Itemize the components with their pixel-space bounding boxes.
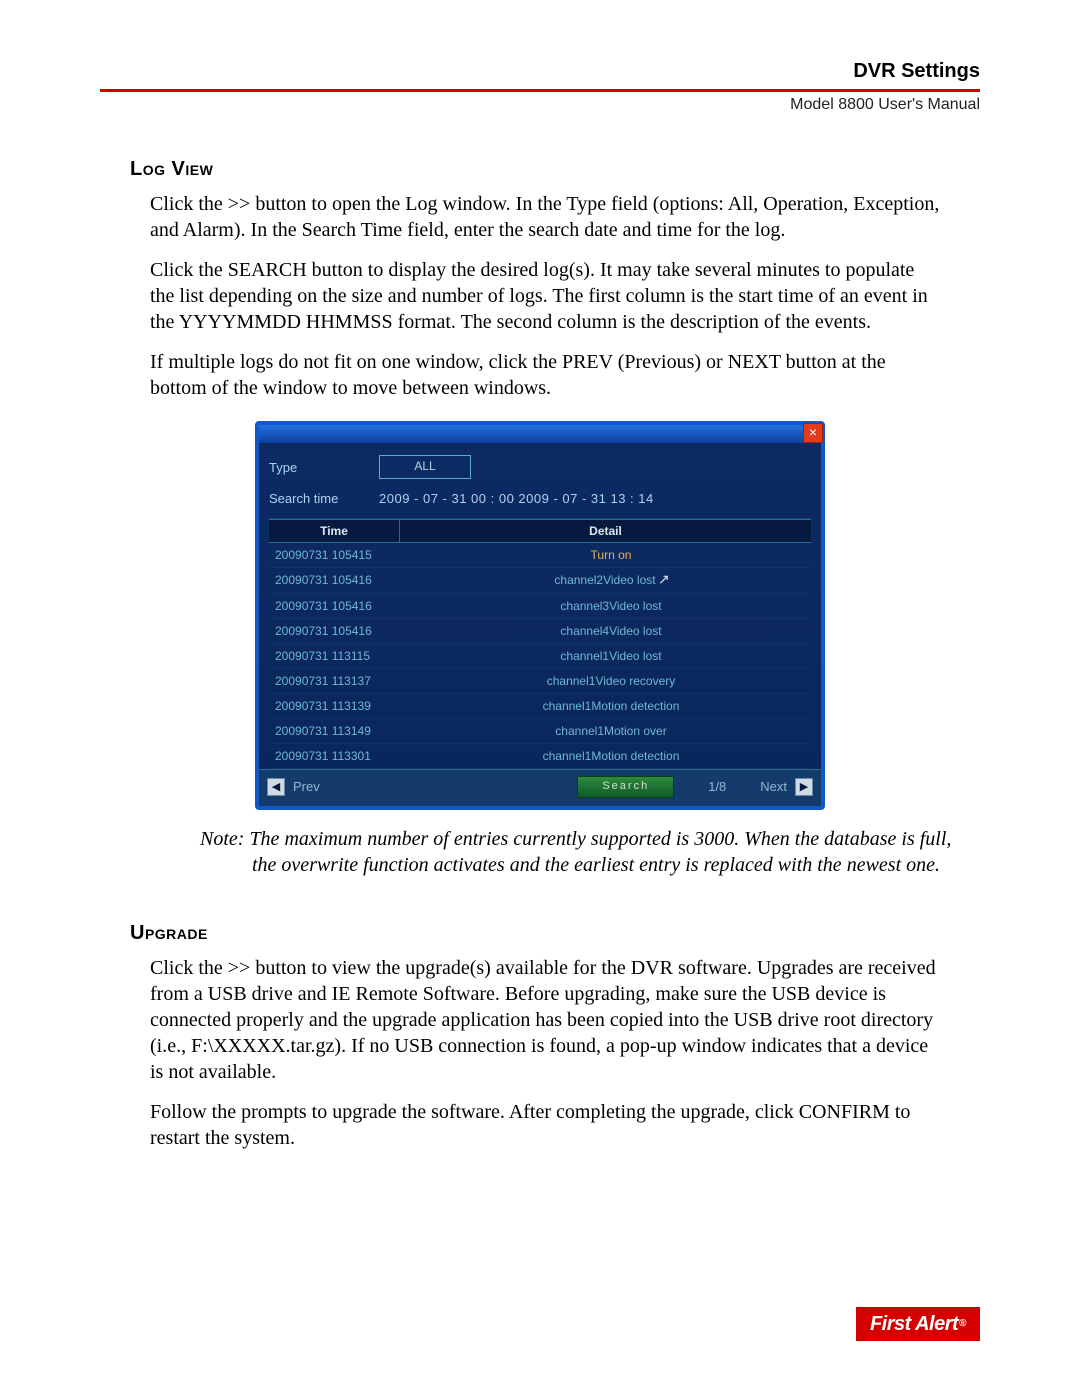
cell-detail: channel1Motion detection bbox=[411, 694, 811, 718]
first-alert-logo: First Alert® bbox=[856, 1307, 980, 1341]
log-view-para-3: If multiple logs do not fit on one windo… bbox=[150, 349, 940, 401]
log-view-para-2: Click the SEARCH button to display the d… bbox=[150, 257, 940, 335]
next-arrow-icon[interactable]: ▶ bbox=[795, 778, 813, 796]
table-row[interactable]: 20090731 105416channel4Video lost bbox=[269, 619, 811, 644]
cell-time: 20090731 105416 bbox=[269, 568, 411, 593]
table-row[interactable]: 20090731 113139channel1Motion detection bbox=[269, 694, 811, 719]
cell-detail: channel1Video recovery bbox=[411, 669, 811, 693]
search-time-label: Search time bbox=[269, 491, 379, 506]
cell-time: 20090731 113137 bbox=[269, 669, 411, 693]
table-row[interactable]: 20090731 113137channel1Video recovery bbox=[269, 669, 811, 694]
table-row[interactable]: 20090731 105416channel2Video lost bbox=[269, 568, 811, 594]
upgrade-heading: Upgrade bbox=[130, 922, 980, 945]
header-rule bbox=[100, 89, 980, 92]
cell-detail: channel4Video lost bbox=[411, 619, 811, 643]
cell-time: 20090731 113149 bbox=[269, 719, 411, 743]
cell-time: 20090731 105416 bbox=[269, 619, 411, 643]
upgrade-para-2: Follow the prompts to upgrade the softwa… bbox=[150, 1099, 940, 1151]
cell-detail: channel1Motion detection bbox=[411, 744, 811, 768]
cell-time: 20090731 105415 bbox=[269, 543, 411, 567]
next-button[interactable]: Next bbox=[760, 779, 787, 794]
cell-time: 20090731 113301 bbox=[269, 744, 411, 768]
cell-detail: channel1Motion over bbox=[411, 719, 811, 743]
type-label: Type bbox=[269, 460, 379, 475]
cell-detail: channel3Video lost bbox=[411, 594, 811, 618]
mouse-cursor-icon bbox=[658, 574, 668, 588]
table-row[interactable]: 20090731 113115channel1Video lost bbox=[269, 644, 811, 669]
prev-button[interactable]: Prev bbox=[293, 779, 320, 794]
table-row[interactable]: 20090731 113301channel1Motion detection bbox=[269, 744, 811, 769]
table-row[interactable]: 20090731 113149channel1Motion over bbox=[269, 719, 811, 744]
cell-detail: channel2Video lost bbox=[411, 568, 811, 593]
column-header-time: Time bbox=[269, 520, 400, 542]
search-time-value[interactable]: 2009 - 07 - 31 00 : 00 2009 - 07 - 31 13… bbox=[379, 491, 654, 506]
search-button[interactable]: Search bbox=[577, 776, 674, 798]
log-view-para-1: Click the >> button to open the Log wind… bbox=[150, 191, 940, 243]
close-icon[interactable]: × bbox=[803, 423, 823, 443]
cell-time: 20090731 105416 bbox=[269, 594, 411, 618]
upgrade-para-1: Click the >> button to view the upgrade(… bbox=[150, 955, 940, 1085]
cell-time: 20090731 113115 bbox=[269, 644, 411, 668]
manual-subtitle: Model 8800 User's Manual bbox=[100, 96, 980, 114]
table-row[interactable]: 20090731 105415Turn on bbox=[269, 543, 811, 568]
note-text: The maximum number of entries currently … bbox=[249, 828, 951, 876]
cell-detail: Turn on bbox=[411, 543, 811, 567]
table-row[interactable]: 20090731 105416channel3Video lost bbox=[269, 594, 811, 619]
registered-mark-icon: ® bbox=[959, 1318, 966, 1329]
cell-time: 20090731 113139 bbox=[269, 694, 411, 718]
note-block: Note: The maximum number of entries curr… bbox=[200, 826, 952, 878]
type-select[interactable]: ALL bbox=[379, 455, 471, 479]
logo-text: First Alert bbox=[870, 1313, 958, 1335]
cell-detail: channel1Video lost bbox=[411, 644, 811, 668]
note-label: Note: bbox=[200, 828, 244, 850]
prev-arrow-icon[interactable]: ◀ bbox=[267, 778, 285, 796]
page-section-title: DVR Settings bbox=[100, 60, 980, 83]
column-header-detail: Detail bbox=[400, 520, 811, 542]
log-view-heading: Log View bbox=[130, 158, 980, 181]
dvr-log-window: × Type ALL Search time 2009 - 07 - 31 00… bbox=[255, 421, 825, 810]
dvr-titlebar: × bbox=[259, 425, 821, 443]
page-indicator: 1/8 bbox=[682, 779, 752, 794]
